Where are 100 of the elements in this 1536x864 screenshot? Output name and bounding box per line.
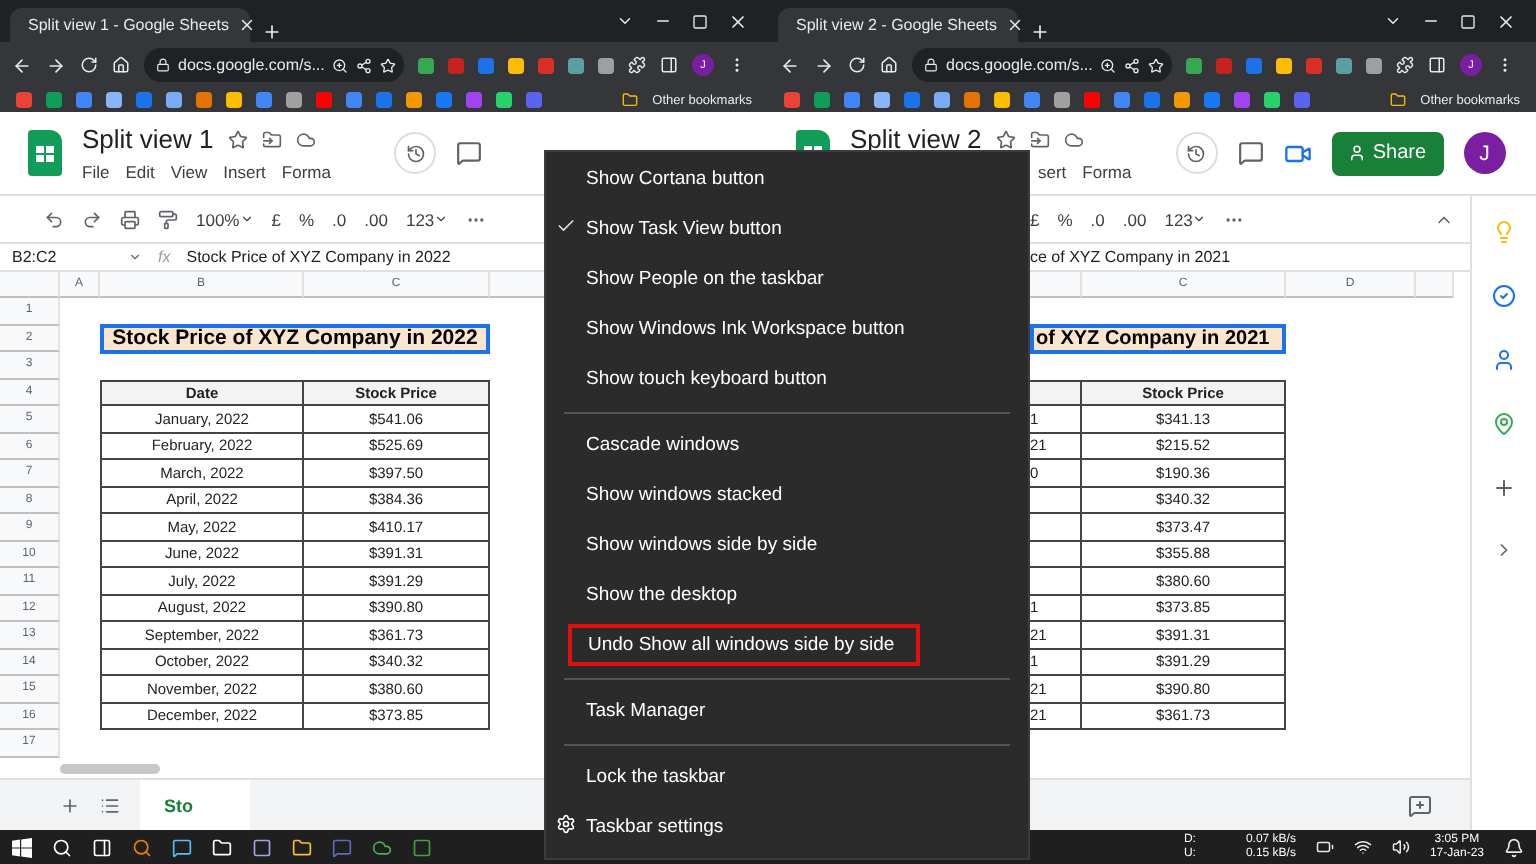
menu-item[interactable]: Show windows side by side <box>546 520 1028 570</box>
sheet-title[interactable]: of XYZ Company in 2021 <box>1030 323 1286 353</box>
close-icon[interactable] <box>728 11 748 31</box>
folder-icon[interactable] <box>622 92 639 108</box>
increase-decimal-button[interactable]: .00 <box>364 209 388 229</box>
add-icon[interactable] <box>1492 476 1516 500</box>
address-bar[interactable]: docs.google.com/s... <box>912 48 1172 82</box>
sheet-title[interactable]: Stock Price of XYZ Company in 2022 <box>100 323 490 353</box>
home-icon[interactable] <box>880 56 898 74</box>
menu-item[interactable]: Task Manager <box>546 686 1028 736</box>
forward-icon[interactable] <box>46 55 66 75</box>
reload-icon[interactable] <box>80 56 98 74</box>
menu-item[interactable]: Show windows stacked <box>546 470 1028 520</box>
browser-tab[interactable]: Split view 2 - Google Sheets <box>778 8 1018 42</box>
scrollbar-thumb[interactable] <box>60 764 160 774</box>
back-icon[interactable] <box>780 55 800 75</box>
search-icon[interactable] <box>132 837 152 857</box>
folder-icon[interactable] <box>292 837 312 857</box>
history-icon[interactable] <box>394 132 437 174</box>
history-icon[interactable] <box>1175 132 1218 174</box>
menu-item[interactable]: Show Windows Ink Workspace button <box>546 304 1028 354</box>
menu-item[interactable]: Forma <box>1082 162 1132 182</box>
side-panel-icon[interactable] <box>1428 56 1446 74</box>
folder-icon[interactable] <box>1390 92 1407 108</box>
decrease-decimal-button[interactable]: .0 <box>332 209 347 229</box>
paint-format-icon[interactable] <box>158 209 178 229</box>
menu-item[interactable]: Show touch keyboard button <box>546 354 1028 404</box>
chat-icon[interactable] <box>332 837 352 857</box>
menu-item[interactable]: sert <box>1038 162 1067 182</box>
menu-item[interactable]: Edit <box>125 162 155 182</box>
windows-logo-icon[interactable] <box>12 837 32 857</box>
puzzle-icon[interactable] <box>628 56 646 74</box>
document-title[interactable]: Split view 2 <box>850 124 982 154</box>
menu-item[interactable]: Show People on the taskbar <box>546 254 1028 304</box>
zoom-icon[interactable] <box>332 57 349 73</box>
star-icon[interactable] <box>227 129 248 149</box>
menu-item[interactable]: Show the desktop <box>546 570 1028 620</box>
currency-button[interactable]: £ <box>1030 209 1040 229</box>
undo-icon[interactable] <box>44 209 64 229</box>
share-button[interactable]: Share <box>1331 131 1444 175</box>
print-icon[interactable] <box>120 209 140 229</box>
browser-tab[interactable]: Split view 1 - Google Sheets <box>10 8 250 42</box>
comment-icon[interactable] <box>1237 140 1264 166</box>
reload-icon[interactable] <box>848 56 866 74</box>
sheet-tab[interactable]: Sto <box>140 779 250 830</box>
chevron-down-icon[interactable] <box>1384 12 1402 30</box>
explore-icon[interactable] <box>1408 793 1432 817</box>
address-bar[interactable]: docs.google.com/s... <box>144 48 404 82</box>
percent-button[interactable]: % <box>1057 209 1073 229</box>
name-box[interactable]: B2:C2 <box>12 248 112 266</box>
formula-text[interactable]: ce of XYZ Company in 2021 <box>1030 248 1231 266</box>
close-icon[interactable] <box>237 16 255 34</box>
menu-item[interactable]: View <box>170 162 208 182</box>
menu-item[interactable]: Show Task View button <box>546 204 1028 254</box>
zoom-select[interactable]: 100% <box>196 209 254 229</box>
home-icon[interactable] <box>112 56 130 74</box>
close-icon[interactable] <box>1005 16 1023 34</box>
battery-icon[interactable] <box>1315 838 1334 856</box>
menu-item[interactable]: Forma <box>281 162 331 182</box>
sheet-list-icon[interactable] <box>100 795 120 815</box>
menu-item[interactable]: Lock the taskbar <box>546 752 1028 802</box>
document-title[interactable]: Split view 1 <box>82 124 214 154</box>
chevron-down-icon[interactable] <box>616 12 634 30</box>
wifi-icon[interactable] <box>1353 838 1372 856</box>
menu-item[interactable]: Cascade windows <box>546 420 1028 470</box>
tasks-icon[interactable] <box>1492 284 1516 308</box>
menu-item[interactable]: Show Cortana button <box>546 154 1028 204</box>
side-panel-icon[interactable] <box>660 56 678 74</box>
percent-button[interactable]: % <box>298 209 315 229</box>
cloud-icon[interactable] <box>1063 129 1084 149</box>
comment-icon[interactable] <box>456 140 483 166</box>
profile-avatar[interactable]: J <box>1463 132 1506 174</box>
star-icon[interactable] <box>995 129 1016 149</box>
menu-item[interactable]: File <box>82 162 110 182</box>
format-select[interactable]: 123 <box>1164 209 1207 229</box>
decrease-decimal-button[interactable]: .0 <box>1090 209 1105 229</box>
zoom-icon[interactable] <box>1100 57 1117 73</box>
add-sheet-icon[interactable] <box>60 795 80 815</box>
close-icon[interactable] <box>1496 11 1516 31</box>
redo-icon[interactable] <box>82 209 102 229</box>
format-select[interactable]: 123 <box>405 209 449 229</box>
map-pin-icon[interactable] <box>1492 412 1516 436</box>
menu-item[interactable]: Taskbar settings <box>546 802 1028 852</box>
forward-icon[interactable] <box>814 55 834 75</box>
contacts-icon[interactable] <box>1492 348 1516 372</box>
back-icon[interactable] <box>12 55 32 75</box>
volume-icon[interactable] <box>1391 838 1410 856</box>
currency-button[interactable]: £ <box>271 209 281 229</box>
menu-item[interactable]: Undo Show all windows side by side <box>568 624 920 666</box>
sheets-logo-icon[interactable] <box>28 130 62 176</box>
caret-icon[interactable] <box>128 250 142 264</box>
share-icon[interactable] <box>1124 57 1141 73</box>
notification-icon[interactable] <box>1504 837 1524 857</box>
new-tab-icon[interactable] <box>1030 22 1050 42</box>
task-view-icon[interactable] <box>92 837 112 857</box>
corner-cell[interactable] <box>0 272 60 298</box>
formula-text[interactable]: Stock Price of XYZ Company in 2022 <box>186 248 451 266</box>
move-icon[interactable] <box>261 129 282 149</box>
share-icon[interactable] <box>356 57 373 73</box>
menu-item[interactable]: Insert <box>223 162 266 182</box>
